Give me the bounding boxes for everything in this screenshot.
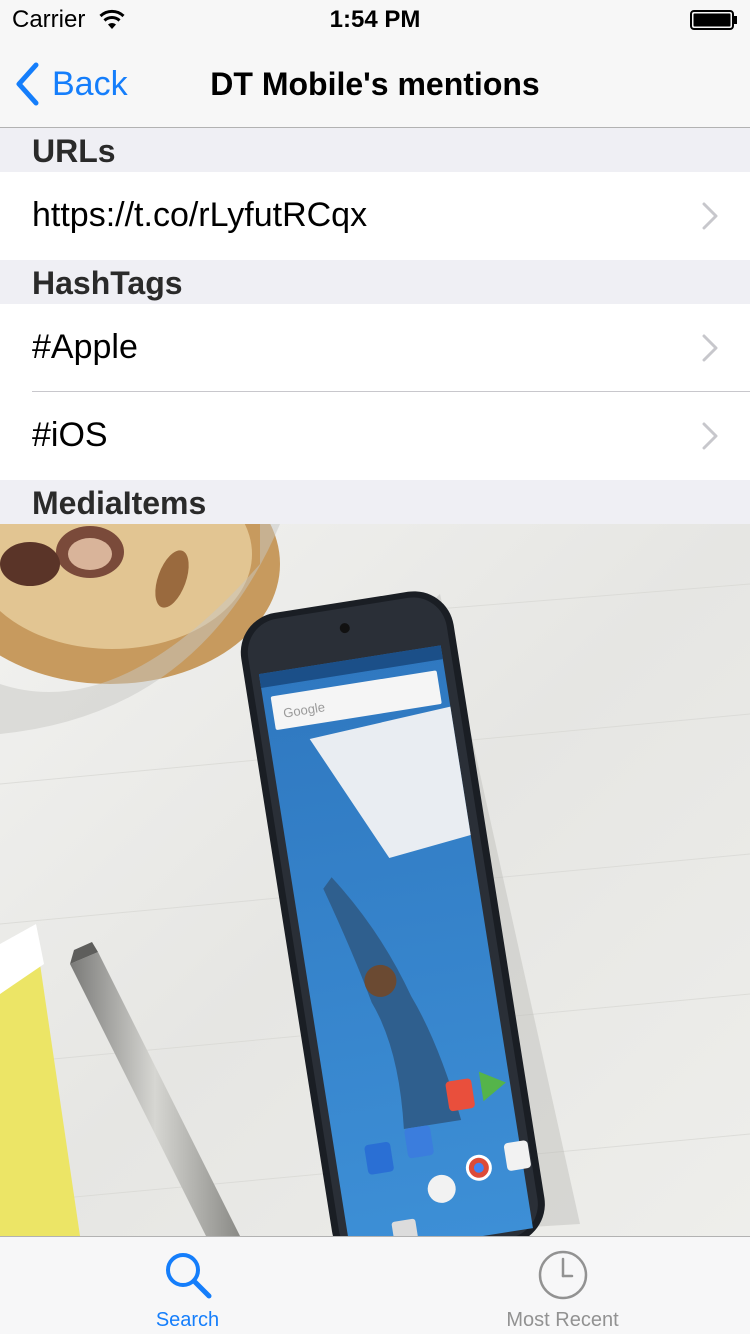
battery-icon <box>690 10 737 30</box>
hashtag-cell-apple[interactable]: #Apple <box>0 304 750 392</box>
tab-most-recent[interactable]: Most Recent <box>375 1237 750 1334</box>
navigation-bar: Back DT Mobile's mentions <box>0 40 750 128</box>
chevron-right-icon <box>702 334 718 362</box>
tab-search[interactable]: Search <box>0 1237 375 1334</box>
url-cell[interactable]: https://t.co/rLyfutRCqx <box>0 172 750 260</box>
status-bar: Carrier 1:54 PM <box>0 0 750 40</box>
section-header-urls: URLs <box>0 129 750 173</box>
tab-most-recent-label: Most Recent <box>506 1309 619 1331</box>
url-label: https://t.co/rLyfutRCqx <box>32 196 368 234</box>
hashtag-cell-ios[interactable]: #iOS <box>0 392 750 480</box>
clock-icon <box>538 1250 587 1300</box>
page-title: DT Mobile's mentions <box>210 66 540 102</box>
section-header-media: MediaItems <box>0 481 750 525</box>
chevron-right-icon <box>702 202 718 230</box>
media-item-image[interactable]: Google <box>0 524 750 1236</box>
tab-search-label: Search <box>155 1309 220 1331</box>
hashtag-label: #Apple <box>32 328 138 366</box>
status-time: 1:54 PM <box>329 6 421 33</box>
hashtag-label: #iOS <box>32 416 108 454</box>
search-icon <box>165 1253 211 1299</box>
phone-photo: Google <box>0 524 750 1236</box>
chevron-right-icon <box>702 422 718 450</box>
tab-bar: Search Most Recent <box>0 1236 750 1334</box>
section-header-hashtags: HashTags <box>0 261 750 305</box>
